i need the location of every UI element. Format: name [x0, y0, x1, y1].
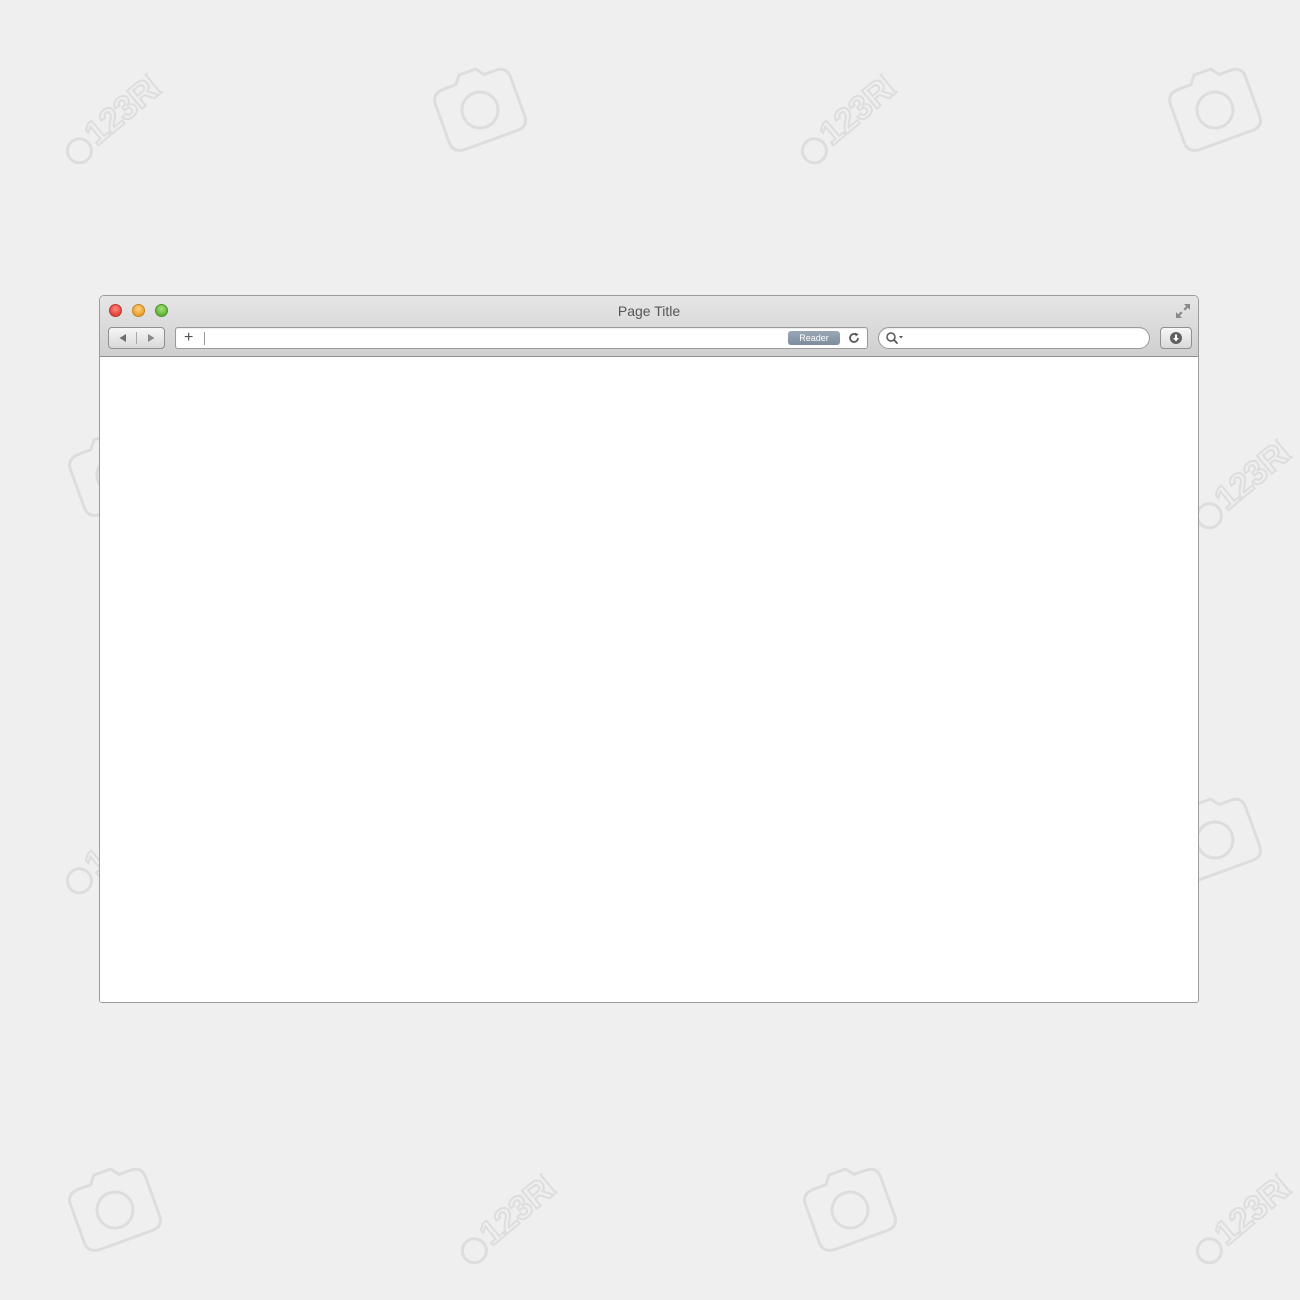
plus-icon[interactable]: +	[184, 330, 193, 346]
svg-text:123RF: 123RF	[473, 1158, 576, 1253]
search-field[interactable]	[878, 327, 1150, 349]
address-bar[interactable]: + Reader	[175, 327, 868, 349]
watermark-camera-icon	[403, 33, 557, 187]
watermark-logo: 123RF	[750, 25, 919, 194]
browser-toolbar: Page Title + Reader	[100, 296, 1198, 357]
browser-window: Page Title + Reader	[99, 295, 1199, 1003]
svg-text:123RF: 123RF	[1208, 423, 1300, 518]
downloads-button[interactable]	[1160, 327, 1192, 349]
svg-text:123RF: 123RF	[78, 58, 181, 153]
search-input[interactable]	[907, 330, 1143, 346]
fullscreen-arrows-icon[interactable]	[1174, 302, 1192, 320]
watermark-logo: 123RF	[15, 25, 184, 194]
watermark-logo: 123RF	[410, 1125, 579, 1294]
watermark-camera-icon	[773, 1133, 927, 1287]
triangle-right-icon	[147, 334, 154, 342]
magnifier-dropdown-icon[interactable]	[885, 331, 905, 345]
reload-button[interactable]	[847, 331, 861, 345]
watermark-logo: 123RF	[1145, 1125, 1300, 1294]
watermark-camera-icon	[38, 1133, 192, 1287]
back-button[interactable]	[109, 328, 136, 348]
page-content-area[interactable]	[100, 357, 1198, 1002]
triangle-left-icon	[119, 334, 126, 342]
page-title: Page Title	[617, 303, 681, 319]
forward-button[interactable]	[137, 328, 164, 348]
svg-text:123RF: 123RF	[813, 58, 916, 153]
text-caret	[204, 332, 205, 345]
reader-button[interactable]: Reader	[788, 331, 840, 345]
svg-text:123RF: 123RF	[1208, 1158, 1300, 1253]
back-forward-control	[108, 327, 165, 349]
reload-icon	[849, 332, 859, 343]
watermark-camera-icon	[1138, 33, 1292, 187]
download-icon	[1170, 332, 1182, 344]
